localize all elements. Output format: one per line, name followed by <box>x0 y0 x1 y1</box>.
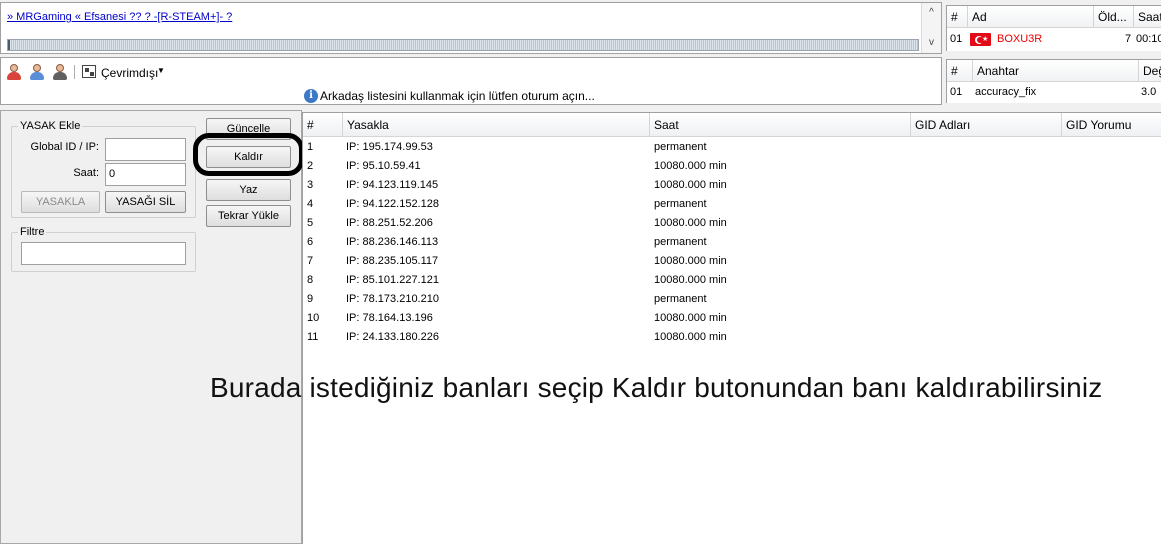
ban-row[interactable]: 5 IP: 88.251.52.206 10080.000 min <box>303 214 1161 233</box>
banlist-header-target[interactable]: Yasakla <box>343 113 650 137</box>
tutorial-caption: Burada istediğiniz banları seçip Kaldır … <box>210 372 1103 403</box>
global-id-label: Global ID / IP: <box>30 141 99 153</box>
toolbar-separator <box>74 65 75 79</box>
offline-status-icon[interactable] <box>82 65 96 78</box>
ban-num: 2 <box>307 160 314 172</box>
ban-num: 6 <box>307 236 314 248</box>
ban-target: IP: 95.10.59.41 <box>346 160 421 172</box>
players-header-num[interactable]: # <box>947 6 968 28</box>
user-online-icon[interactable] <box>6 64 22 80</box>
ban-add-title: YASAK Ekle <box>18 120 83 132</box>
ban-target: IP: 195.174.99.53 <box>346 141 433 153</box>
cvar-header-num[interactable]: # <box>947 60 973 82</box>
players-header-time[interactable]: Saat <box>1134 6 1161 28</box>
write-button[interactable]: Yaz <box>206 179 291 201</box>
ban-time: 10080.000 min <box>654 255 727 267</box>
chevron-down-icon[interactable]: ▼ <box>157 66 165 75</box>
ban-num: 5 <box>307 217 314 229</box>
ban-time: permanent <box>654 293 707 305</box>
scroll-down-arrow-icon[interactable]: v <box>922 35 941 51</box>
ban-row[interactable]: 11 IP: 24.133.180.226 10080.000 min <box>303 328 1161 347</box>
banlist-header-num[interactable]: # <box>303 113 343 137</box>
info-icon: i <box>304 89 318 103</box>
ban-num: 8 <box>307 274 314 286</box>
ban-row[interactable]: 10 IP: 78.164.13.196 10080.000 min <box>303 309 1161 328</box>
ban-button[interactable]: YASAKLA <box>21 191 100 213</box>
ban-time: 10080.000 min <box>654 331 727 343</box>
time-label: Saat: <box>73 167 99 179</box>
cvar-header-value[interactable]: Değ <box>1139 60 1161 82</box>
players-table: # Ad Öld... Saat 01 ★ BOXU3R 7 00:10 <box>946 5 1161 51</box>
filter-title: Filtre <box>18 226 47 238</box>
turkey-flag-icon: ★ <box>970 33 991 46</box>
server-panel-scrollbar[interactable]: ^ v <box>921 3 941 53</box>
ban-num: 4 <box>307 198 314 210</box>
user-add-icon[interactable] <box>29 64 45 80</box>
ban-row[interactable]: 4 IP: 94.122.152.128 permanent <box>303 195 1161 214</box>
ban-target: IP: 88.251.52.206 <box>346 217 433 229</box>
ban-time: permanent <box>654 141 707 153</box>
ban-time: 10080.000 min <box>654 160 727 172</box>
ban-list-table: # Yasakla Saat GID Adları GID Yorumu 1 IP… <box>302 112 1161 544</box>
highlight-annotation-ring <box>193 133 304 176</box>
player-name: BOXU3R <box>997 33 1043 45</box>
ban-time: permanent <box>654 236 707 248</box>
ban-time: 10080.000 min <box>654 312 727 324</box>
ban-row[interactable]: 3 IP: 94.123.119.145 10080.000 min <box>303 176 1161 195</box>
banlist-header-gid-names[interactable]: GID Adları <box>911 113 1062 137</box>
ban-target: IP: 88.235.105.117 <box>346 255 439 267</box>
ban-time: 10080.000 min <box>654 274 727 286</box>
cvar-key: accuracy_fix <box>975 86 1037 98</box>
banlist-header-gid-comment[interactable]: GID Yorumu <box>1062 113 1161 137</box>
user-group-icon[interactable] <box>52 64 68 80</box>
ban-target: IP: 78.173.210.210 <box>346 293 439 305</box>
ban-row[interactable]: 1 IP: 195.174.99.53 permanent <box>303 138 1161 157</box>
filter-input[interactable] <box>21 242 186 265</box>
ban-row[interactable]: 8 IP: 85.101.227.121 10080.000 min <box>303 271 1161 290</box>
player-num: 01 <box>950 33 963 45</box>
ban-time: permanent <box>654 198 707 210</box>
scroll-up-arrow-icon[interactable]: ^ <box>922 5 941 21</box>
ban-add-groupbox: YASAK Ekle Global ID / IP: Saat: 0 YASAK… <box>11 120 196 218</box>
players-header-name[interactable]: Ad <box>968 6 1094 28</box>
ban-num: 7 <box>307 255 314 267</box>
ban-target: IP: 24.133.180.226 <box>346 331 439 343</box>
ban-row[interactable]: 9 IP: 78.173.210.210 permanent <box>303 290 1161 309</box>
ban-row[interactable]: 6 IP: 88.236.146.113 permanent <box>303 233 1161 252</box>
server-info-panel: » MRGaming « Efsanesi ?? ? -[R-STEAM+]- … <box>0 2 942 54</box>
ban-target: IP: 94.123.119.145 <box>346 179 439 191</box>
banlist-header-time[interactable]: Saat <box>650 113 911 137</box>
ban-target: IP: 88.236.146.113 <box>346 236 439 248</box>
cvar-table: # Anahtar Değ 01 accuracy_fix 3.0 <box>946 59 1161 103</box>
ban-num: 10 <box>307 312 320 324</box>
status-dropdown-label[interactable]: Çevrimdışı <box>101 66 158 80</box>
ban-target: IP: 94.122.152.128 <box>346 198 439 210</box>
global-id-input[interactable] <box>105 138 186 161</box>
ban-num: 1 <box>307 141 314 153</box>
cvar-header-key[interactable]: Anahtar <box>973 60 1139 82</box>
ban-time: 10080.000 min <box>654 179 727 191</box>
time-input[interactable]: 0 <box>105 163 186 186</box>
ban-target: IP: 78.164.13.196 <box>346 312 433 324</box>
ban-num: 11 <box>307 331 319 343</box>
players-header-kills[interactable]: Öld... <box>1094 6 1134 28</box>
filter-groupbox: Filtre <box>11 226 196 272</box>
login-required-message: Arkadaş listesini kullanmak için lütfen … <box>320 89 595 103</box>
server-name-link[interactable]: » MRGaming « Efsanesi ?? ? -[R-STEAM+]- … <box>7 11 232 23</box>
ban-row[interactable]: 7 IP: 88.235.105.117 10080.000 min <box>303 252 1161 271</box>
friends-panel: Çevrimdışı ▼ i Arkadaş listesini kullanm… <box>0 57 942 105</box>
player-kills: 7 <box>1125 33 1132 45</box>
server-progress-bar <box>7 39 919 51</box>
ban-num: 9 <box>307 293 314 305</box>
player-time: 00:10 <box>1136 33 1161 45</box>
ban-num: 3 <box>307 179 314 191</box>
ban-row[interactable]: 2 IP: 95.10.59.41 10080.000 min <box>303 157 1161 176</box>
ban-target: IP: 85.101.227.121 <box>346 274 439 286</box>
progress-bar-start-marker <box>8 40 10 50</box>
unban-button[interactable]: YASAĞI SİL <box>105 191 186 213</box>
cvar-value: 3.0 <box>1141 86 1157 98</box>
reload-button[interactable]: Tekrar Yükle <box>206 205 291 227</box>
cvar-num: 01 <box>950 86 963 98</box>
ban-time: 10080.000 min <box>654 217 727 229</box>
